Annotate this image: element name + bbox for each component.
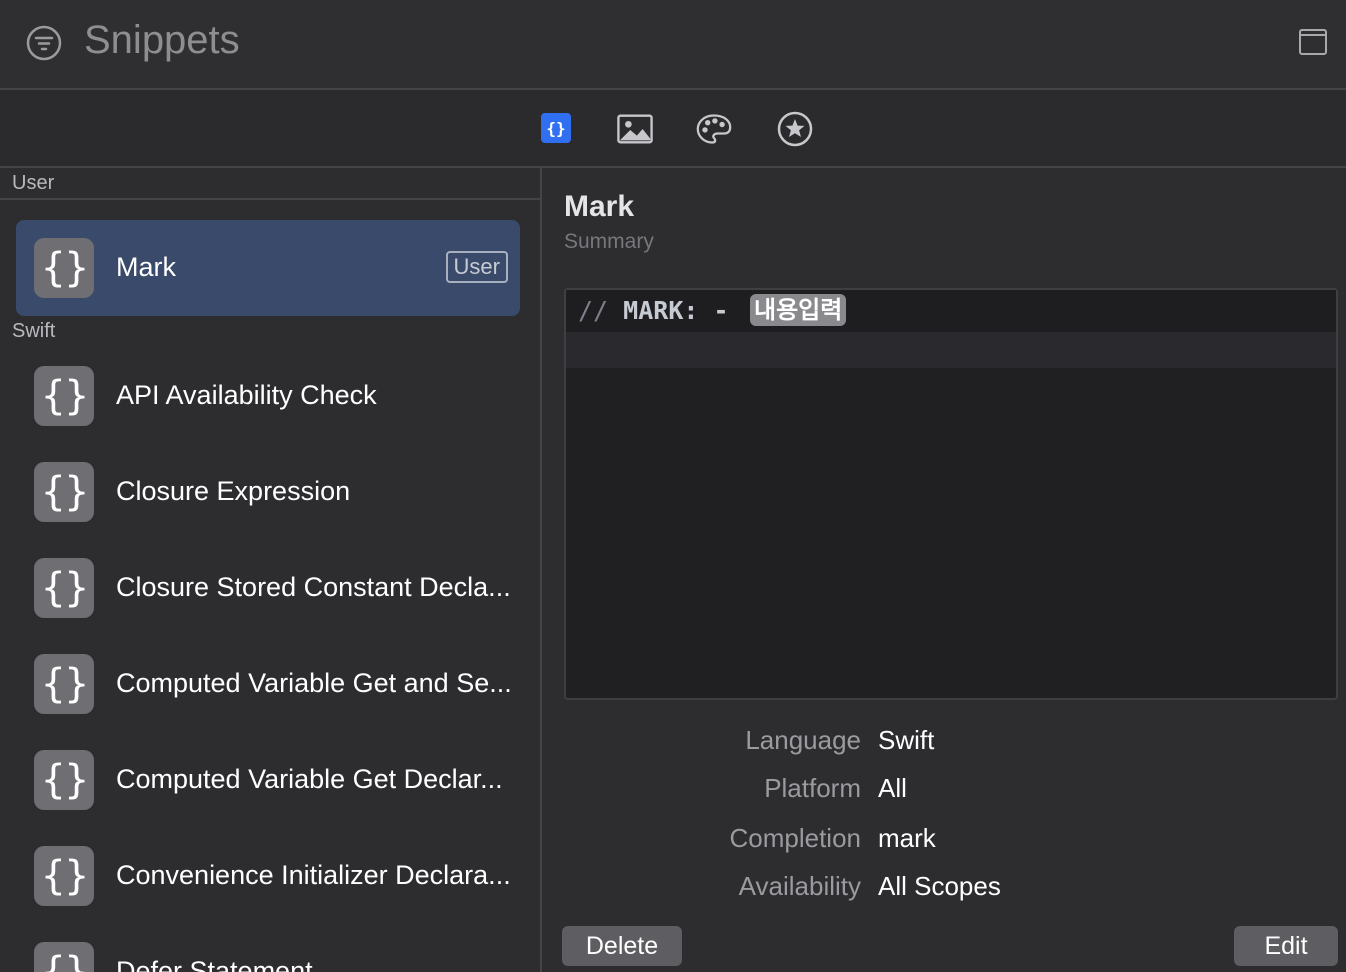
list-item-label: Closure Stored Constant Decla... [116,572,511,602]
braces-icon: {} [34,750,94,810]
platform-value: All [878,773,907,803]
mark-keyword: MARK: - [623,296,729,325]
snippet-detail: Mark Summary // MARK: - 내용입력 Language Sw… [542,168,1346,972]
list-item-label: Computed Variable Get Declar... [116,764,503,794]
list-item-label: Defer Statement [116,956,313,972]
delete-button[interactable]: Delete [562,926,682,966]
section-header-user: User [12,172,55,194]
braces-icon: {} [34,238,94,298]
language-value: Swift [878,725,935,755]
braces-icon: {} [546,118,566,138]
tab-symbols[interactable] [777,111,813,147]
list-item-label: Closure Expression [116,476,351,506]
library-tab-bar: {} [0,90,1346,168]
tab-media[interactable] [617,111,653,147]
window-title: Snippets [84,18,240,62]
availability-label: Availability [738,871,861,901]
code-preview: // MARK: - 내용입력 [564,288,1338,700]
list-item[interactable]: {} Convenience Initializer Declara... [16,828,520,924]
comment-slashes: // [578,296,609,325]
availability-value: All Scopes [878,871,1001,901]
code-line-empty [566,332,1336,368]
tab-code-snippets[interactable]: {} [541,113,571,143]
completion-label: Completion [729,823,861,853]
braces-icon: {} [34,942,94,972]
list-item-label: API Availability Check [116,380,377,410]
code-placeholder-token[interactable]: 내용입력 [750,294,847,326]
list-item[interactable]: {} Computed Variable Get and Se... [16,636,520,732]
list-item-label: Convenience Initializer Declara... [116,860,511,890]
braces-icon: {} [34,846,94,906]
image-icon [617,114,653,144]
filter-icon[interactable] [26,25,62,61]
code-comment: // MARK: - [578,296,729,325]
list-item[interactable]: {} Defer Statement [16,924,520,972]
palette-icon [696,114,732,144]
list-item[interactable]: {} API Availability Check [16,348,520,444]
tab-colors[interactable] [696,111,732,147]
list-item[interactable]: {} Computed Variable Get Declar... [16,732,520,828]
platform-label: Platform [764,773,861,803]
braces-icon: {} [34,462,94,522]
snippet-title: Mark [564,190,635,223]
list-item-label: Mark [116,252,176,282]
snippet-summary: Summary [564,230,654,253]
language-label: Language [745,725,861,755]
edit-button[interactable]: Edit [1234,926,1338,966]
user-badge: User [445,251,508,283]
window-layout-icon[interactable] [1298,27,1328,57]
section-header-swift: Swift [12,320,56,342]
braces-icon: {} [34,654,94,714]
list-item[interactable]: {} Closure Expression [16,444,520,540]
title-bar: Snippets [0,0,1346,90]
snippet-list: User {} Mark User Swift {} API Availabil… [0,168,542,972]
code-line: // MARK: - 내용입력 [566,290,1336,332]
list-item-mark[interactable]: {} Mark User [16,220,520,316]
star-icon [777,111,813,147]
braces-icon: {} [34,558,94,618]
section-divider [0,198,540,200]
braces-icon: {} [34,366,94,426]
completion-value: mark [878,823,936,853]
list-item[interactable]: {} Closure Stored Constant Decla... [16,540,520,636]
list-item-label: Computed Variable Get and Se... [116,668,512,698]
